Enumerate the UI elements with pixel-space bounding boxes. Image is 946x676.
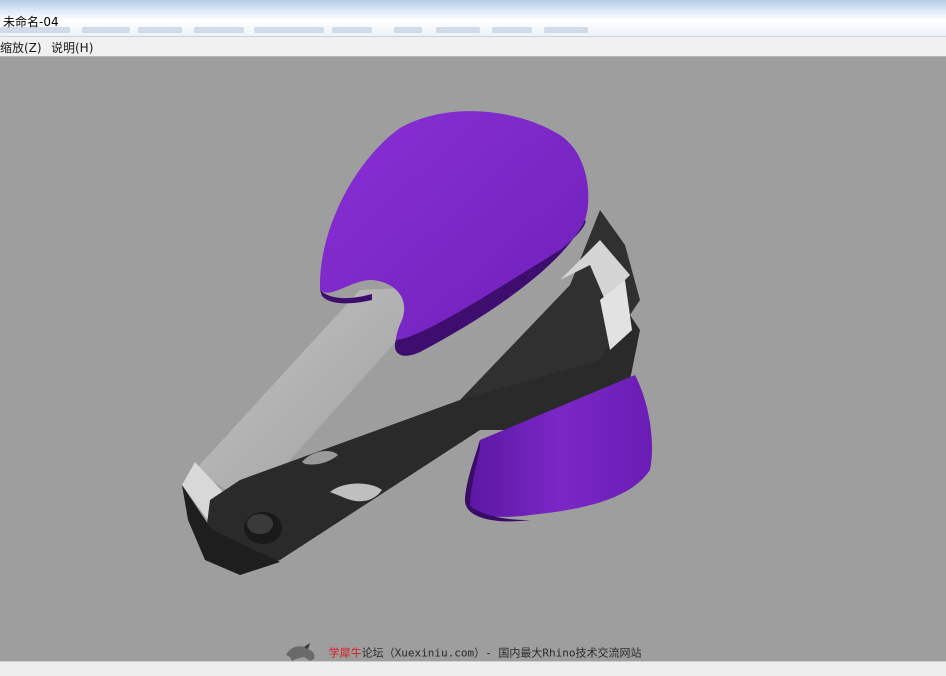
watermark-text: 论坛（Xuexiniu.com）- 国内最大Rhino技术交流网站 (361, 646, 642, 660)
status-bar (0, 661, 946, 676)
menu-zoom[interactable]: 缩放(Z) (0, 39, 42, 56)
staple-remover-model (182, 111, 653, 575)
menu-help[interactable]: 说明(H) (51, 39, 93, 56)
toolbar-blur (492, 27, 532, 33)
toolbar-blur (194, 27, 244, 33)
toolbar-blur (332, 27, 372, 33)
window-titlebar: 未命名-04 (0, 0, 946, 37)
toolbar-blur (254, 27, 324, 33)
toolbar-blur (544, 27, 588, 33)
toolbar-blur (436, 27, 480, 33)
3d-viewport[interactable] (0, 58, 946, 661)
window-title: 未命名-04 (3, 15, 59, 29)
toolbar-blur (82, 27, 130, 33)
toolbar-blur (138, 27, 182, 33)
watermark-brand: 学犀牛 (328, 646, 362, 660)
toolbar-blur (394, 27, 422, 33)
menu-bar: 缩放(Z) 说明(H) (0, 37, 946, 57)
